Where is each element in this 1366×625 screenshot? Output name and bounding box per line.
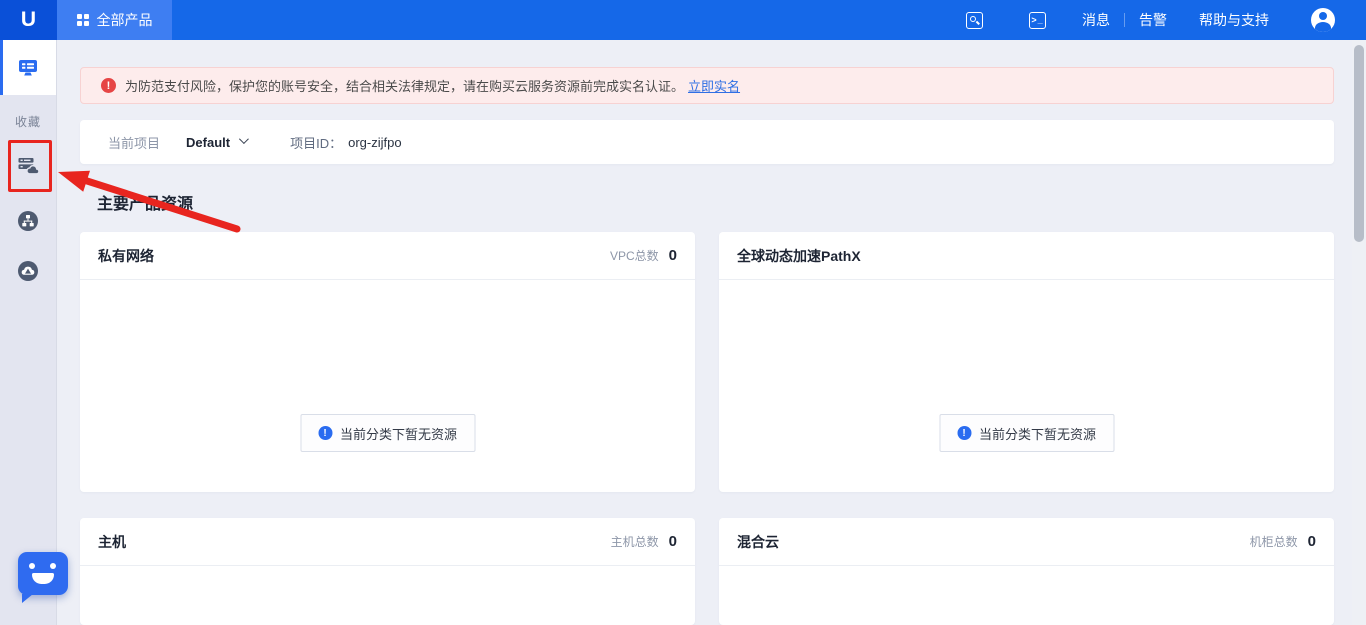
- nav-alerts[interactable]: 告警: [1139, 10, 1167, 30]
- nav-messages[interactable]: 消息: [1082, 10, 1110, 30]
- project-id-label: 项目ID：: [290, 133, 342, 152]
- dashboard-icon: [17, 57, 39, 79]
- topbar-right: >_ 消息 告警 帮助与支持: [966, 8, 1366, 32]
- chevron-down-icon: [239, 134, 249, 144]
- count-value: 0: [1308, 533, 1316, 550]
- section-title: 主要产品资源: [97, 190, 193, 214]
- card-host: 主机 主机总数 0: [80, 518, 695, 625]
- count-label: VPC总数: [610, 247, 659, 264]
- card-hybrid-cloud: 混合云 机柜总数 0: [719, 518, 1334, 625]
- count-label: 机柜总数: [1250, 533, 1298, 550]
- empty-state-text: 当前分类下暂无资源: [340, 424, 457, 443]
- card-body: [719, 566, 1334, 625]
- warning-icon: !: [101, 78, 116, 93]
- card-body: ! 当前分类下暂无资源: [80, 280, 695, 492]
- sidebar-item-network[interactable]: [0, 196, 56, 246]
- empty-state: ! 当前分类下暂无资源: [300, 414, 475, 452]
- card-pathx: 全球动态加速PathX ! 当前分类下暂无资源: [719, 232, 1334, 492]
- all-products-label: 全部产品: [97, 10, 153, 30]
- card-title: 私有网络: [98, 246, 154, 266]
- project-selector[interactable]: Default: [186, 135, 246, 150]
- ucloud-logo[interactable]: U: [0, 0, 57, 40]
- user-icon: [1319, 12, 1327, 20]
- scrollbar-track[interactable]: [1352, 40, 1366, 625]
- cloud-disk-icon: [17, 260, 39, 282]
- info-icon: !: [318, 426, 332, 440]
- scrollbar-thumb[interactable]: [1354, 45, 1364, 242]
- card-title: 全球动态加速PathX: [737, 246, 861, 266]
- all-products-button[interactable]: 全部产品: [57, 0, 172, 40]
- current-project-label: 当前项目: [108, 133, 160, 152]
- terminal-icon[interactable]: >_: [1029, 12, 1046, 29]
- info-icon: !: [957, 426, 971, 440]
- chat-widget-button[interactable]: [18, 552, 68, 595]
- alert-banner: ! 为防范支付风险，保护您的账号安全，结合相关法律规定，请在购买云服务资源前完成…: [80, 67, 1334, 104]
- project-id-value: org-zijfpo: [348, 135, 401, 150]
- divider: [1124, 13, 1125, 27]
- sidebar-item-cloud-disk[interactable]: [0, 246, 56, 296]
- count-label: 主机总数: [611, 533, 659, 550]
- alert-text: 为防范支付风险，保护您的账号安全，结合相关法律规定，请在购买云服务资源前完成实名…: [125, 76, 684, 95]
- card-title: 混合云: [737, 532, 779, 552]
- project-bar: 当前项目 Default 项目ID： org-zijfpo: [80, 120, 1334, 164]
- sidebar-item-favorite-resources[interactable]: [0, 140, 56, 192]
- card-vpc: 私有网络 VPC总数 0 ! 当前分类下暂无资源: [80, 232, 695, 492]
- project-name: Default: [186, 135, 230, 150]
- empty-state-text: 当前分类下暂无资源: [979, 424, 1096, 443]
- verify-now-link[interactable]: 立即实名: [688, 76, 740, 95]
- count-value: 0: [669, 247, 677, 264]
- grid-icon: [77, 14, 89, 26]
- sitemap-icon: [17, 210, 39, 232]
- favorites-label: 收藏: [0, 113, 56, 130]
- card-title: 主机: [98, 532, 126, 552]
- sidebar: 收藏: [0, 40, 57, 625]
- topbar: U 全部产品 >_ 消息 告警 帮助与支持: [0, 0, 1366, 40]
- card-header: 混合云 机柜总数 0: [719, 518, 1334, 566]
- card-body: [80, 566, 695, 625]
- card-header: 主机 主机总数 0: [80, 518, 695, 566]
- nav-help-support[interactable]: 帮助与支持: [1199, 10, 1269, 30]
- card-header: 全球动态加速PathX: [719, 232, 1334, 280]
- search-icon[interactable]: [966, 12, 983, 29]
- user-avatar[interactable]: [1311, 8, 1335, 32]
- sidebar-item-overview[interactable]: [0, 40, 56, 95]
- empty-state: ! 当前分类下暂无资源: [939, 414, 1114, 452]
- card-header: 私有网络 VPC总数 0: [80, 232, 695, 280]
- card-body: ! 当前分类下暂无资源: [719, 280, 1334, 492]
- count-value: 0: [669, 533, 677, 550]
- smiley-icon: [29, 563, 35, 569]
- server-cloud-icon: [17, 155, 39, 177]
